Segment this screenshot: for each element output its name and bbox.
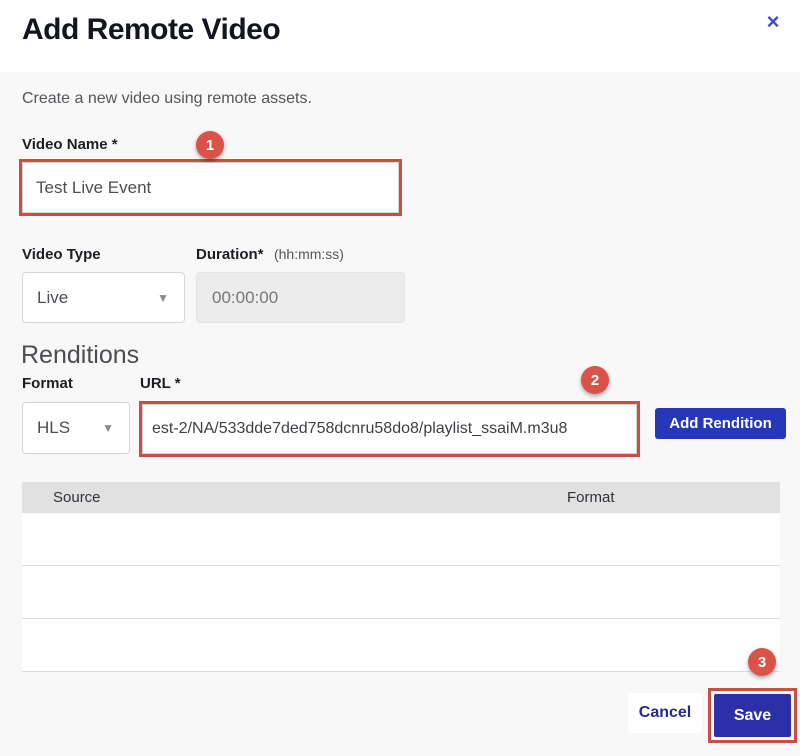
chevron-down-icon: ▼ [102,421,114,435]
video-type-label: Video Type [22,246,101,263]
renditions-heading: Renditions [21,341,139,370]
chevron-down-icon: ▼ [157,291,169,305]
video-type-value: Live [37,288,68,308]
save-button[interactable]: Save [714,694,791,737]
url-input[interactable] [142,404,637,454]
dialog-header: Add Remote Video × [0,0,800,72]
save-annotation-box: Save [708,688,797,743]
video-type-select[interactable]: Live ▼ [22,272,185,323]
add-rendition-button[interactable]: Add Rendition [655,408,786,439]
video-name-annotation-box [19,159,402,216]
table-body [22,513,780,672]
format-value: HLS [37,418,70,438]
table-header-source: Source [22,489,101,506]
duration-value: 00:00:00 [212,288,278,308]
duration-input[interactable]: 00:00:00 [196,272,405,323]
table-row [22,513,780,566]
page-title: Add Remote Video [22,13,280,47]
video-name-input[interactable] [22,162,399,213]
video-name-label: Video Name * [22,136,118,153]
table-header-row: Source Format [22,482,780,513]
cancel-button[interactable]: Cancel [628,693,702,733]
annotation-badge-1: 1 [196,131,224,159]
format-label: Format [22,375,73,392]
duration-hint: (hh:mm:ss) [274,246,344,262]
url-label: URL * [140,375,181,392]
dialog-description: Create a new video using remote assets. [22,90,312,108]
duration-label: Duration* [196,246,264,263]
add-remote-video-dialog: Add Remote Video × Create a new video us… [0,0,800,756]
table-header-format: Format [567,489,615,506]
table-row [22,566,780,619]
duration-label-group: Duration* (hh:mm:ss) [196,246,344,264]
table-row [22,619,780,672]
annotation-badge-2: 2 [581,366,609,394]
close-icon[interactable]: × [759,8,787,36]
annotation-badge-3: 3 [748,648,776,676]
format-select[interactable]: HLS ▼ [22,402,130,454]
renditions-table: Source Format [22,482,780,672]
url-annotation-box [139,401,640,457]
